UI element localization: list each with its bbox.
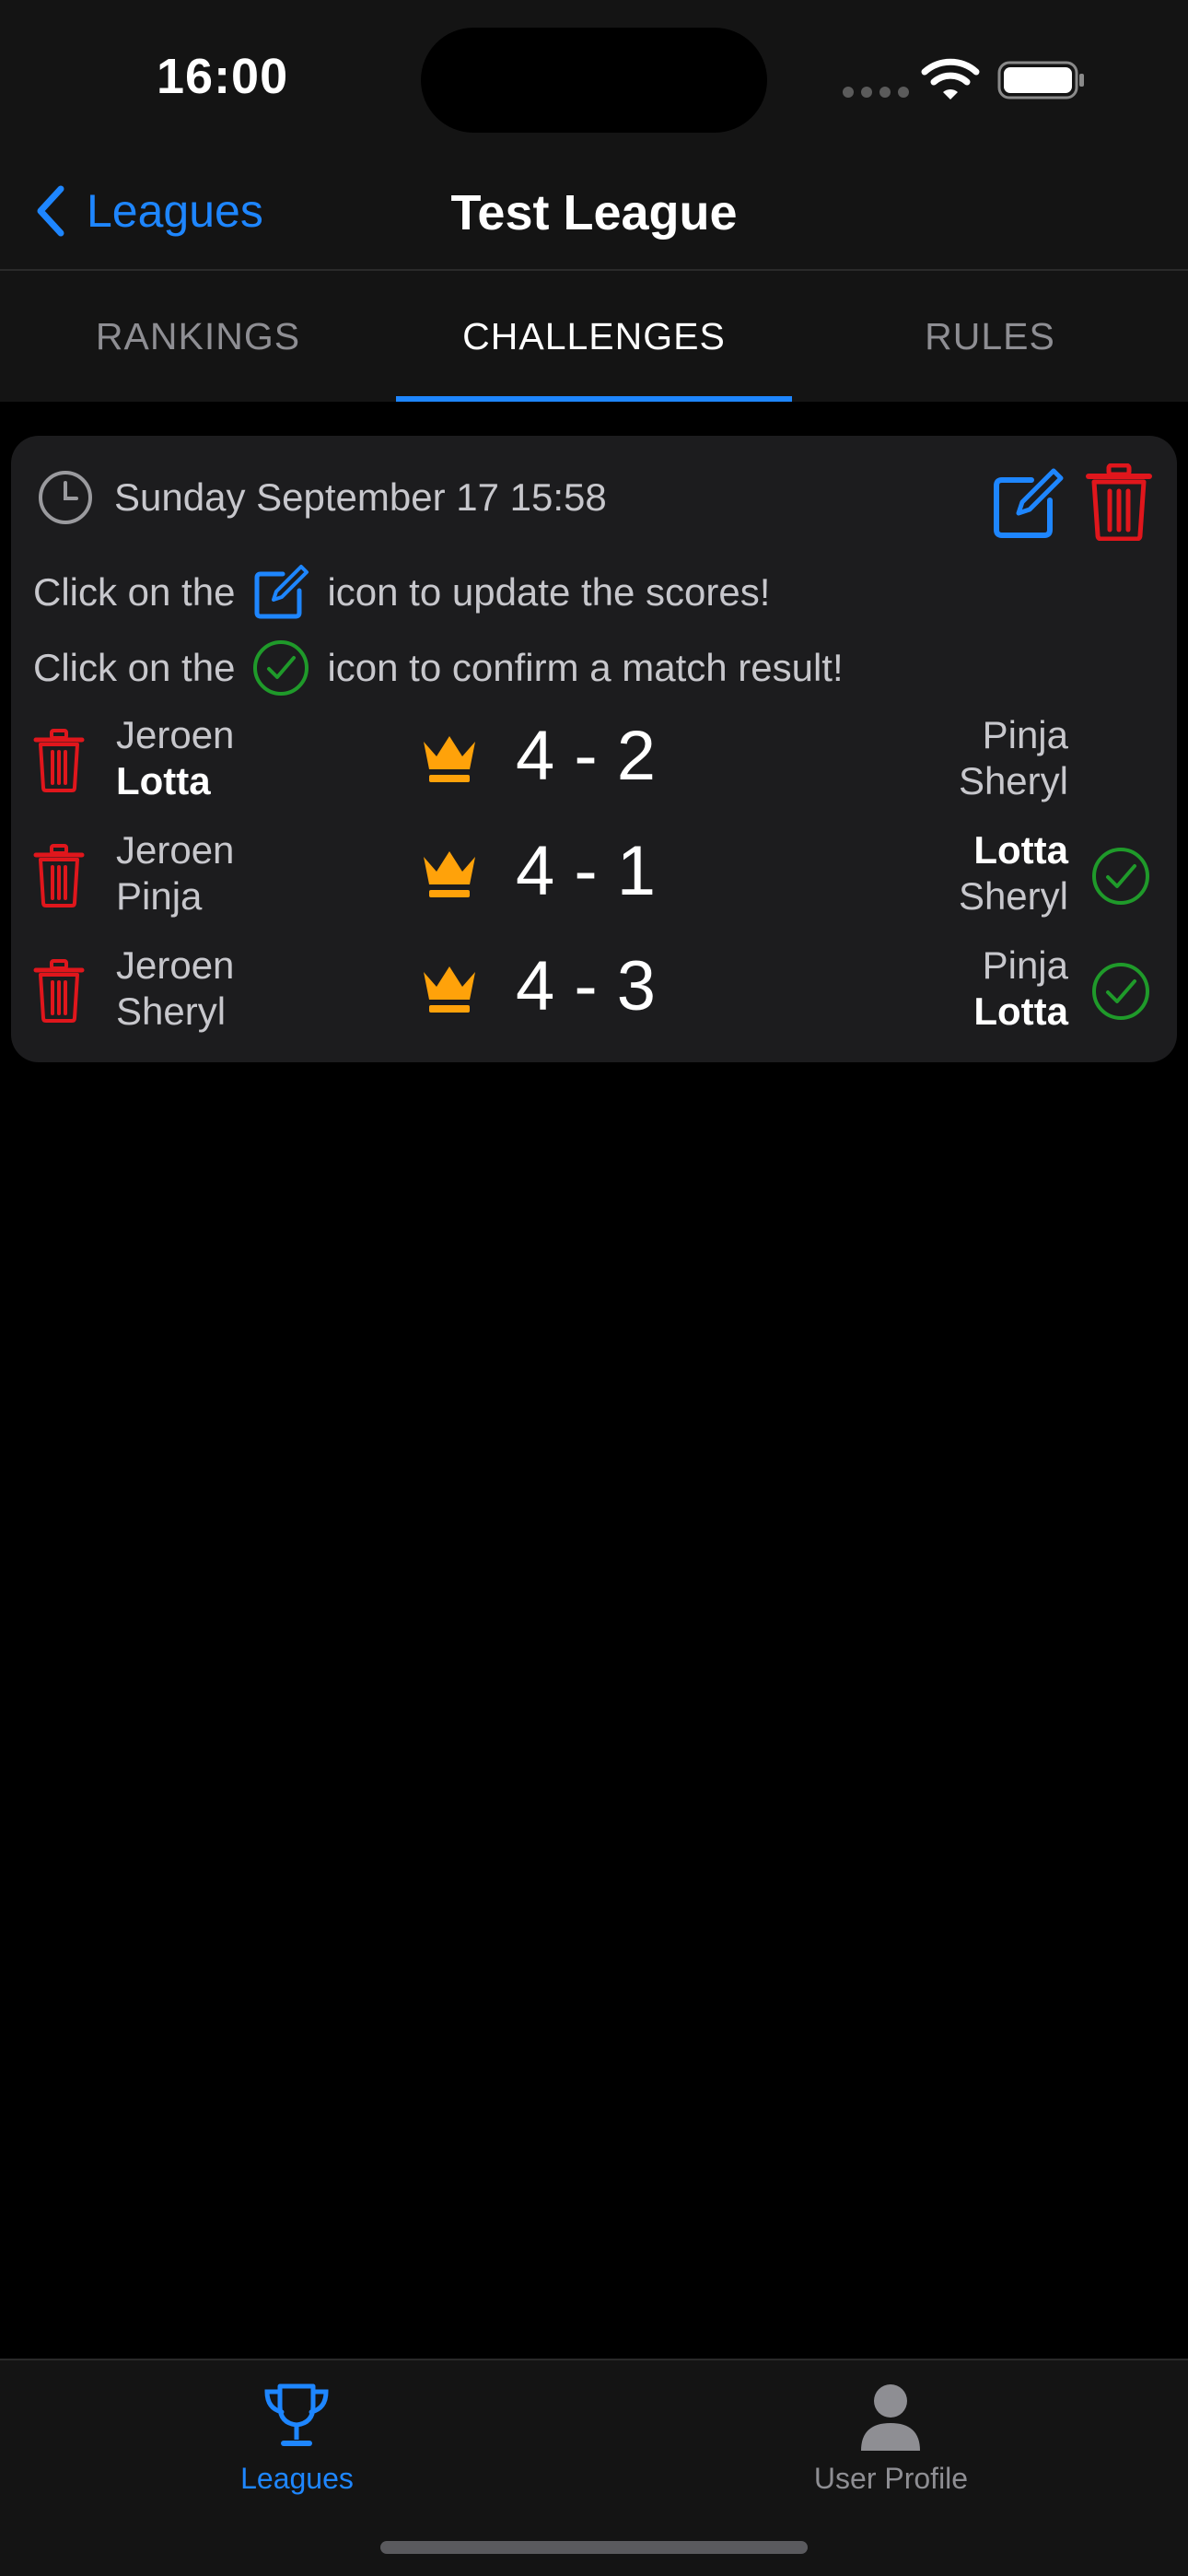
match-score: 4 - 1 [516,832,657,910]
challenge-card: Sunday September 17 15:58 Click on the i… [11,436,1177,1062]
wifi-icon [921,58,980,100]
tab-bar-label: User Profile [813,2462,969,2495]
match-row: Jeroen Pinja 4 - 1 Lotta Sheryl [11,827,1177,938]
delete-match-button[interactable] [33,959,85,1024]
checkmark-circle-icon [253,640,309,696]
status-time: 16:00 [157,49,289,104]
confirm-result-button[interactable] [1090,961,1151,1022]
match-row: Jeroen Sheryl 4 - 3 Pinja Lotta [11,943,1177,1053]
app-screen: 16:00 Leagues Test League RANKINGS CHALL… [0,0,1188,2576]
tab-bar-label: Leagues [240,2462,354,2495]
player-name: Sheryl [958,759,1068,802]
clock-icon [39,471,92,524]
info-update-suffix: icon to update the scores! [327,570,771,614]
player-name: Jeroen [116,828,235,872]
info-update-scores: Click on the icon to update the scores! [33,563,770,622]
player-name: Pinja [982,943,1068,987]
dynamic-island [421,28,767,133]
player-name: Jeroen [116,713,235,756]
tab-bar-leagues[interactable]: Leagues [0,2360,594,2508]
player-name: Sheryl [958,874,1068,918]
person-icon [861,2384,920,2451]
team-left: Jeroen Pinja [116,827,234,919]
info-update-prefix: Click on the [33,570,236,614]
player-name: Sheryl [116,989,227,1033]
match-score: 4 - 2 [516,717,657,795]
player-name: Pinja [982,713,1068,756]
edit-scores-button[interactable] [991,467,1065,541]
challenge-date: Sunday September 17 15:58 [114,475,607,519]
battery-icon [997,61,1084,100]
league-tabs: RANKINGS CHALLENGES RULES [0,271,1188,402]
player-name-winner: Lotta [973,828,1068,872]
edit-icon [254,565,309,619]
tab-challenges[interactable]: CHALLENGES [396,271,792,402]
tab-rules[interactable]: RULES [792,271,1188,402]
match-score: 4 - 3 [516,947,657,1025]
player-name: Jeroen [116,943,235,987]
page-title: Test League [450,185,738,240]
confirm-result-button[interactable] [1090,846,1151,907]
tab-rankings[interactable]: RANKINGS [0,271,396,402]
team-left: Jeroen Sheryl [116,943,234,1035]
navigation-bar: Leagues Test League [0,157,1188,271]
delete-match-button[interactable] [33,844,85,908]
tab-bar-user-profile[interactable]: User Profile [594,2360,1188,2508]
delete-match-button[interactable] [33,729,85,793]
player-name-winner: Lotta [973,989,1068,1033]
crown-icon [424,851,475,897]
player-name: Pinja [116,874,203,918]
trophy-icon [264,2383,329,2446]
team-right: Pinja Sheryl [959,712,1068,804]
info-confirm-suffix: icon to confirm a match result! [327,646,844,689]
info-confirm-result: Click on the icon to confirm a match res… [33,638,844,697]
crown-icon [424,966,475,1013]
home-indicator [380,2541,808,2554]
cellular-signal-icon [843,87,909,98]
team-right: Lotta Sheryl [959,827,1068,919]
match-row: Jeroen Lotta 4 - 2 Pinja Sheryl [11,712,1177,823]
player-name-winner: Lotta [116,759,211,802]
challenge-header: Sunday September 17 15:58 [37,469,607,526]
info-confirm-prefix: Click on the [33,646,236,689]
team-left: Jeroen Lotta [116,712,234,804]
team-right: Pinja Lotta [973,943,1068,1035]
crown-icon [424,736,475,782]
status-bar: 16:00 [0,0,1188,157]
delete-challenge-button[interactable] [1085,463,1153,541]
